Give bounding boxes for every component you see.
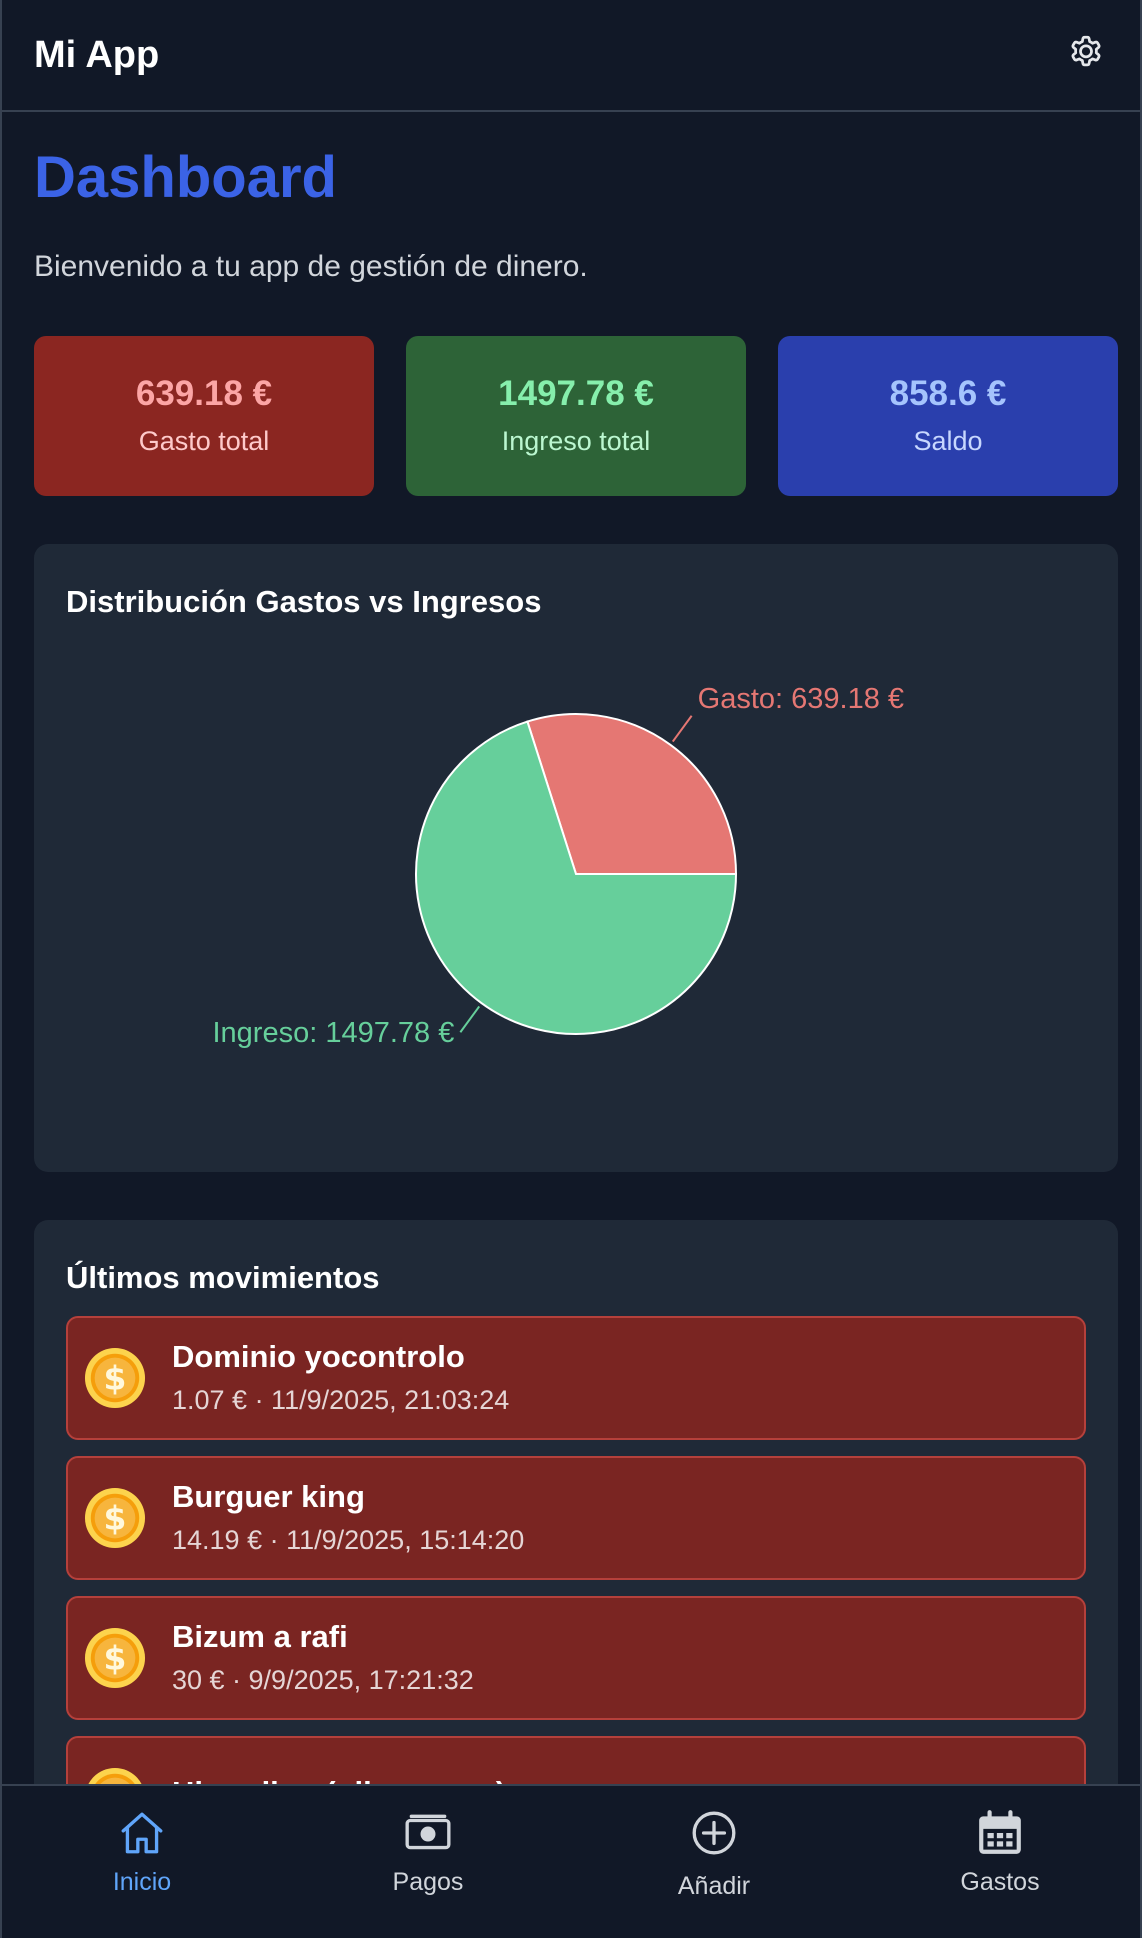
nav-label: Añadir [677, 1872, 751, 1900]
stat-label: Ingreso total [501, 426, 651, 457]
nav-item-pagos[interactable]: Pagos [328, 1786, 528, 1938]
movement-meta: 1.07 € · 11/9/2025, 21:03:24 [172, 1385, 510, 1416]
movement-name: Bizum a rafi [172, 1619, 348, 1655]
pie-chart: Gasto: 639.18 € Ingreso: 1497.78 € [212, 683, 904, 1049]
app-title: Mi App [34, 33, 160, 76]
stat-value: 858.6 € [889, 374, 1007, 414]
pie-label-line [671, 714, 693, 742]
nav-label: Inicio [112, 1868, 172, 1896]
bottom-nav: Inicio Pagos Añadir Gastos [2, 1784, 1140, 1938]
movements-card: Últimos movimientos $ Dominio yocontrolo… [34, 1219, 1118, 1784]
page-subtitle: Bienvenido a tu app de gestión de dinero… [34, 249, 588, 283]
banknote-icon [405, 1814, 451, 1850]
movements-list: $ Dominio yocontrolo 1.07 € · 11/9/2025,… [34, 1296, 1118, 1784]
movements-title: Últimos movimientos [66, 1259, 380, 1295]
movement-item[interactable]: $ Bizum a rafi 30 € · 9/9/2025, 17:21:32 [66, 1595, 1086, 1720]
nav-item-gastos[interactable]: Gastos [900, 1786, 1100, 1938]
movement-item[interactable]: $ Dominio yocontrolo 1.07 € · 11/9/2025,… [66, 1315, 1086, 1440]
gear-icon [1071, 35, 1101, 67]
stat-label: Gasto total [138, 426, 270, 457]
main-content: Dashboard Bienvenido a tu app de gestión… [34, 112, 1118, 1784]
home-icon [121, 1812, 163, 1854]
chart-card: Distribución Gastos vs Ingresos Gasto: 6… [34, 543, 1118, 1172]
movement-name: Dominio yocontrolo [172, 1339, 465, 1375]
movement-name: Burguer king [172, 1479, 365, 1515]
page-title: Dashboard [34, 145, 337, 210]
svg-text:$: $ [104, 1638, 127, 1677]
svg-text:$: $ [104, 1358, 127, 1397]
pie-label: Ingreso: 1497.78 € [212, 1017, 454, 1049]
svg-text:$: $ [104, 1498, 127, 1537]
movement-meta: 30 € · 9/9/2025, 17:21:32 [172, 1665, 474, 1696]
stat-label: Saldo [913, 426, 983, 457]
movement-item[interactable]: $ Burguer king 14.19 € · 11/9/2025, 15:1… [66, 1455, 1086, 1580]
pie-label-line [459, 1005, 481, 1033]
movement-meta: 14.19 € · 11/9/2025, 15:14:20 [172, 1525, 525, 1556]
calendar-icon [979, 1810, 1021, 1854]
app-window: Mi App Dashboard Bienvenido a tu app de … [0, 0, 1142, 1938]
nav-label: Gastos [960, 1868, 1040, 1896]
pie-label: Gasto: 639.18 € [698, 683, 904, 715]
top-bar: Mi App [2, 0, 1140, 112]
movement-name: Hiperdino (pilas, agua) [172, 1775, 506, 1784]
movement-item[interactable]: $ Hiperdino (pilas, agua) [66, 1735, 1086, 1784]
nav-item-inicio[interactable]: Inicio [42, 1786, 242, 1938]
coin-icon: $ [88, 1767, 142, 1784]
stat-value: 639.18 € [135, 374, 273, 414]
coin-icon: $ [84, 1487, 146, 1548]
nav-label: Pagos [392, 1868, 464, 1896]
coin-icon: $ [84, 1347, 146, 1408]
stats-row: 639.18 € Gasto total 1497.78 € Ingreso t… [34, 335, 1118, 496]
chart-title: Distribución Gastos vs Ingresos [66, 583, 542, 619]
plus-circle-icon [692, 1811, 736, 1855]
stat-card-saldo: 858.6 € Saldo [778, 335, 1118, 496]
nav-item-anadir[interactable]: Añadir [614, 1786, 814, 1938]
settings-button[interactable] [1062, 31, 1110, 79]
stat-card-gasto: 639.18 € Gasto total [34, 335, 374, 496]
stat-card-ingreso: 1497.78 € Ingreso total [406, 335, 746, 496]
coin-icon: $ [84, 1627, 146, 1688]
stat-value: 1497.78 € [498, 374, 654, 414]
